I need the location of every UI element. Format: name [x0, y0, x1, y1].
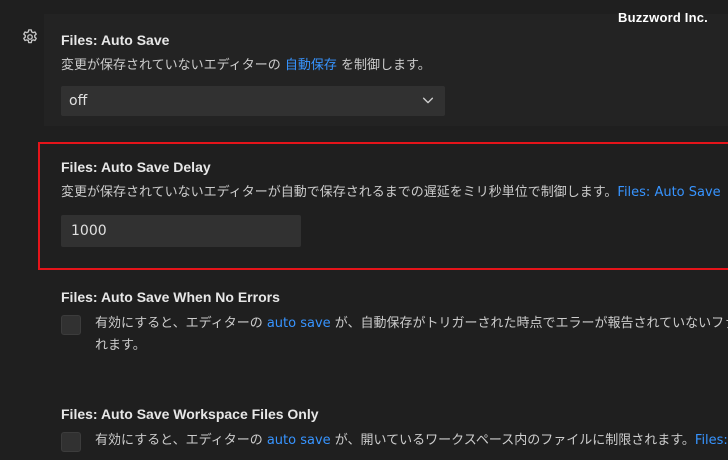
setting-description: 変更が保存されていないエディターが自動で保存されるまでの遅延をミリ秒単位で制御し… [61, 183, 728, 203]
auto-save-workspace-files-only-checkbox[interactable] [61, 432, 81, 452]
auto-save-link[interactable]: 自動保存 [285, 58, 337, 73]
desc-text: 変更が保存されていないエディターの [61, 58, 285, 73]
setting-category: Files: [61, 32, 101, 48]
setting-name: Auto Save [100, 32, 170, 48]
watermark: Buzzword Inc. [618, 10, 708, 25]
desc-text: が、自動保存がトリガーされた時点でエラーが報告されていないファイ [330, 316, 728, 331]
input-value: 1000 [71, 223, 107, 239]
setting-category: Files: [61, 289, 101, 305]
setting-title: Files: Auto Save [61, 32, 728, 48]
files-auto-save-link[interactable]: Files: Aut [695, 433, 728, 448]
desc-line: 有効にすると、エディターの auto save が、開いているワークスペース内の… [95, 430, 728, 452]
desc-text: 有効にすると、エディターの [95, 433, 267, 448]
setting-description: 変更が保存されていないエディターの 自動保存 を制御します。 [61, 56, 728, 76]
desc-line: れます。 [95, 338, 146, 353]
setting-category: Files: [61, 406, 101, 422]
auto-save-link[interactable]: auto save [267, 316, 331, 331]
gear-icon[interactable] [21, 28, 39, 46]
auto-save-select[interactable]: off [61, 86, 445, 116]
auto-save-when-no-errors-checkbox[interactable] [61, 315, 81, 335]
setting-auto-save: Files: Auto Save 変更が保存されていないエディターの 自動保存 … [61, 32, 728, 116]
auto-save-delay-input[interactable]: 1000 [61, 215, 301, 247]
checkbox-row: 有効にすると、エディターの auto save が、開いているワークスペース内の… [61, 430, 728, 452]
chevron-down-icon [422, 97, 434, 104]
setting-name: Auto Save Workspace Files Only [100, 406, 319, 422]
desc-text: が、開いているワークスペース内のファイルに制限されます。 [330, 433, 695, 448]
setting-description: 有効にすると、エディターの auto save が、自動保存がトリガーされた時点… [95, 313, 728, 357]
desc-text: を制御します。 [336, 58, 431, 73]
setting-name: Auto Save When No Errors [100, 289, 280, 305]
checkbox-row: 有効にすると、エディターの auto save が、自動保存がトリガーされた時点… [61, 313, 728, 357]
settings-gutter [0, 0, 44, 460]
setting-title: Files: Auto Save When No Errors [61, 289, 728, 305]
select-value: off [69, 93, 88, 109]
setting-description: 有効にすると、エディターの auto save が、開いているワークスペース内の… [95, 430, 728, 452]
setting-auto-save-delay: Files: Auto Save Delay 変更が保存されていないエディターが… [61, 159, 728, 247]
setting-title: Files: Auto Save Delay [61, 159, 728, 175]
setting-name: Auto Save Delay [100, 159, 211, 175]
settings-editor: Buzzword Inc. Files: Auto Save 変更が保存されてい… [0, 0, 728, 460]
desc-text: 有効にすると、エディターの [95, 316, 267, 331]
setting-auto-save-workspace-files-only: Files: Auto Save Workspace Files Only 有効… [61, 406, 728, 452]
files-auto-save-link[interactable]: Files: Auto Save [617, 185, 720, 200]
setting-title: Files: Auto Save Workspace Files Only [61, 406, 728, 422]
desc-line: 有効にすると、エディターの auto save が、自動保存がトリガーされた時点… [95, 313, 728, 335]
desc-text: 変更が保存されていないエディターが自動で保存されるまでの遅延をミリ秒単位で制御し… [61, 185, 618, 200]
setting-category: Files: [61, 159, 101, 175]
auto-save-link[interactable]: auto save [267, 433, 331, 448]
setting-auto-save-when-no-errors: Files: Auto Save When No Errors 有効にすると、エ… [61, 289, 728, 357]
